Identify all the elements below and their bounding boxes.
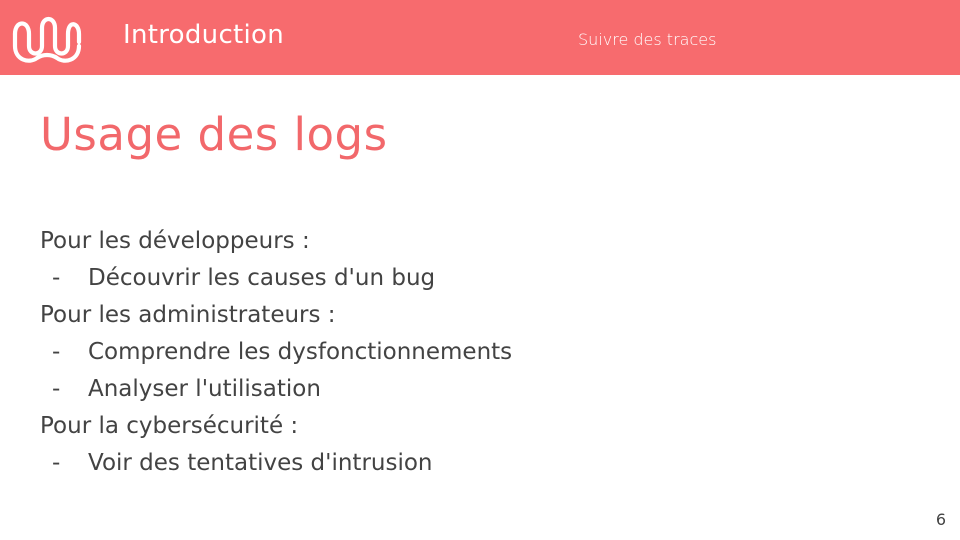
section-title: Introduction [123, 20, 285, 50]
bullet-item: - Analyser l'utilisation [40, 371, 920, 408]
bullet-text: Comprendre les dysfonctionnements [88, 339, 513, 365]
slide-header: Introduction Suivre des traces [0, 0, 960, 75]
bullet-dash: - [52, 339, 61, 365]
bullet-text: Analyser l'utilisation [88, 376, 321, 402]
bullet-dash: - [52, 265, 61, 291]
slide-content: Pour les développeurs : - Découvrir les … [40, 223, 920, 482]
presentation-subtitle: Suivre des traces [578, 30, 717, 49]
bullet-item: - Comprendre les dysfonctionnements [40, 334, 920, 371]
bullet-text: Découvrir les causes d'un bug [88, 265, 436, 291]
wave-loops-logo-icon [12, 16, 82, 63]
bullet-item: - Découvrir les causes d'un bug [40, 260, 920, 297]
content-heading: Pour les administrateurs : [40, 302, 336, 328]
bullet-item: - Voir des tentatives d'intrusion [40, 445, 920, 482]
content-heading: Pour la cybersécurité : [40, 413, 299, 439]
bullet-dash: - [52, 450, 61, 476]
page-number: 6 [935, 510, 946, 529]
slide-title: Usage des logs [40, 108, 388, 161]
content-heading: Pour les développeurs : [40, 228, 310, 254]
bullet-dash: - [52, 376, 61, 402]
bullet-text: Voir des tentatives d'intrusion [88, 450, 433, 476]
